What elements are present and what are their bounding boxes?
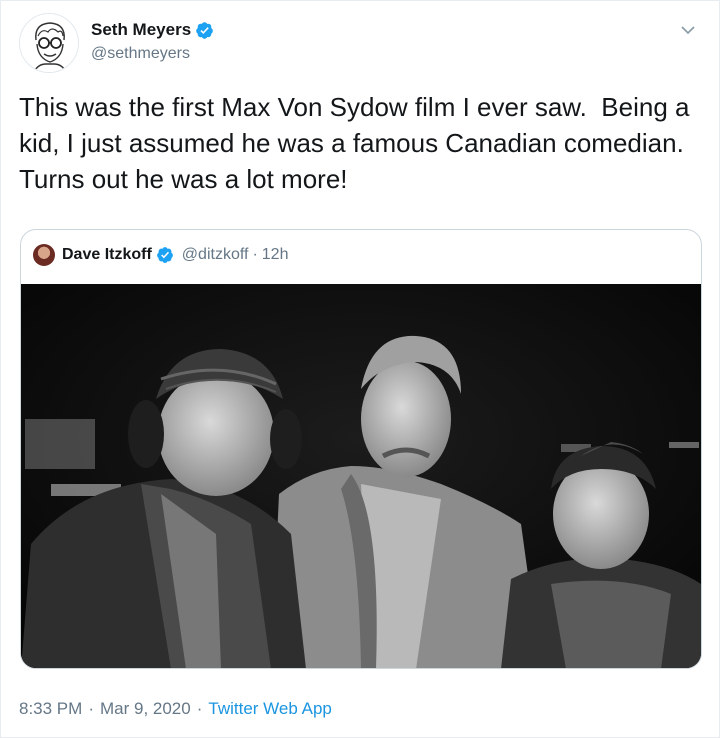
quoted-tweet-photo[interactable] [21,284,701,668]
quoted-author-handle: @ditzkoff [181,246,249,263]
footer-separator: · [196,699,203,718]
author-avatar[interactable] [19,13,79,73]
tweet-time[interactable]: 8:33 PM [19,699,82,719]
quoted-time-separator: · [252,246,258,263]
tweet-footer: 8:33 PM · Mar 9, 2020 · Twitter Web App [19,699,332,719]
quoted-author-display-name: Dave Itzkoff [62,246,152,263]
author-handle[interactable]: @sethmeyers [91,45,190,63]
quoted-tweet[interactable]: Dave Itzkoff @ditzkoff · 12h [20,229,702,669]
author-display-name[interactable]: Seth Meyers [91,20,191,40]
verified-badge-icon [196,21,213,39]
quoted-tweet-time: 12h [261,246,289,263]
chevron-down-icon [681,26,695,35]
tweet-source-link[interactable]: Twitter Web App [208,699,331,719]
tweet-options-button[interactable] [677,19,699,41]
quoted-tweet-header: Dave Itzkoff @ditzkoff · 12h [33,242,288,268]
author-name-row[interactable]: Seth Meyers [91,20,214,40]
tweet-text: This was the first Max Von Sydow film I … [19,92,697,194]
footer-separator: · [88,699,94,718]
tweet-card: Seth Meyers @sethmeyers This was the fir… [0,0,720,738]
photo-graphic [21,284,701,668]
quoted-author-avatar [33,244,55,266]
verified-badge-icon [156,247,173,263]
tweet-date[interactable]: Mar 9, 2020 [100,699,191,719]
